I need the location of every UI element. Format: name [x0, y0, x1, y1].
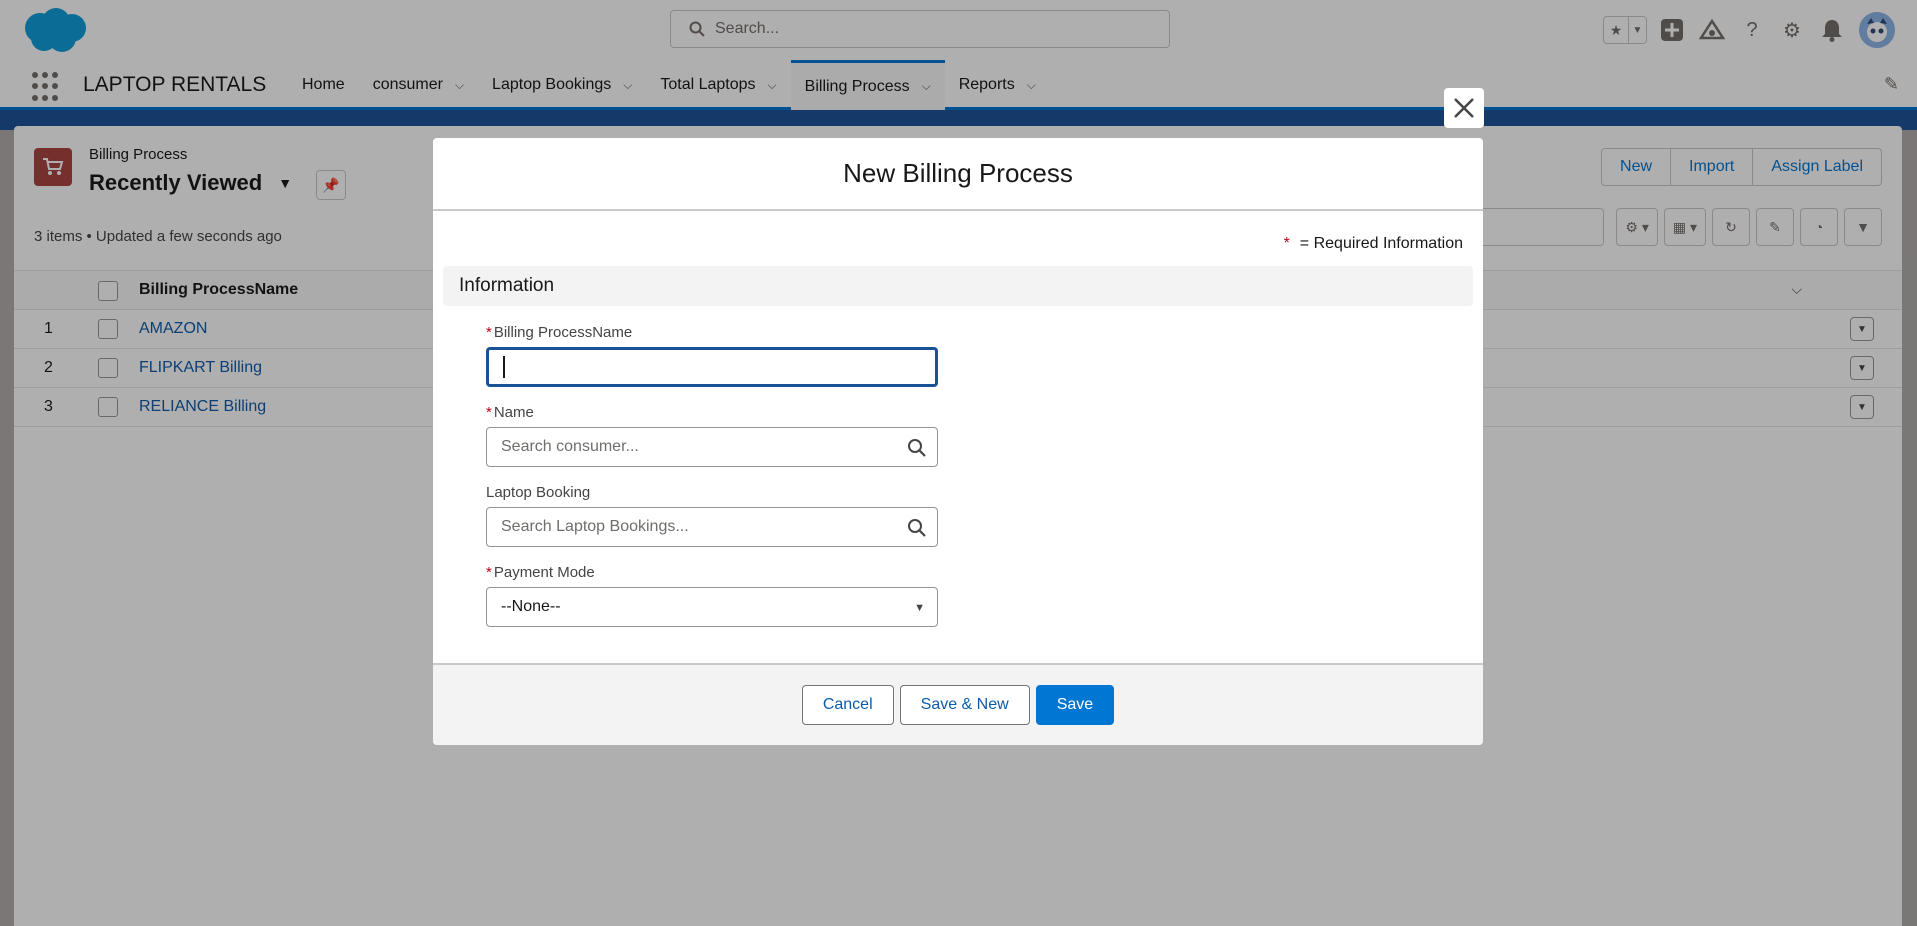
required-info-text: = Required Information [1299, 235, 1463, 252]
page: Search... ★ ▼ ? ⚙ LAPTOP RENTALS Home co… [0, 0, 1917, 926]
payment-mode-select[interactable]: --None-- ▼ [486, 587, 938, 627]
input-placeholder: Search consumer... [501, 438, 639, 455]
new-record-modal: New Billing Process * = Required Informat… [433, 138, 1483, 745]
field-label: Laptop Booking [486, 484, 591, 501]
text-cursor [503, 356, 505, 378]
modal-title: New Billing Process [843, 158, 1073, 188]
save-button[interactable]: Save [1035, 685, 1115, 725]
search-icon [908, 519, 926, 537]
input-placeholder: Search Laptop Bookings... [501, 518, 689, 535]
laptop-booking-lookup-input[interactable]: Search Laptop Bookings... [486, 507, 938, 547]
billing-processname-input[interactable] [486, 347, 938, 387]
billing-processname-field: * Billing ProcessName [486, 324, 938, 387]
close-icon[interactable] [1444, 88, 1484, 128]
select-value: --None-- [501, 598, 561, 615]
consumer-lookup-input[interactable]: Search consumer... [486, 427, 938, 467]
required-info-legend: * = Required Information [1284, 235, 1463, 253]
search-icon [908, 439, 926, 457]
required-star: * [1283, 235, 1290, 252]
caret-down-icon: ▼ [914, 602, 925, 614]
modal-footer: Cancel Save & New Save [433, 663, 1483, 745]
required-star: * [486, 324, 492, 341]
field-label: * Payment Mode [486, 564, 595, 581]
section-header-information[interactable]: Information [443, 266, 1473, 306]
required-star: * [486, 564, 492, 581]
field-label: * Billing ProcessName [486, 324, 633, 341]
modal-header: New Billing Process [433, 138, 1483, 211]
cancel-button[interactable]: Cancel [801, 685, 894, 725]
required-star: * [486, 404, 492, 421]
payment-mode-field: * Payment Mode --None-- ▼ [486, 564, 938, 627]
field-label: * Name [486, 404, 534, 421]
laptop-booking-field: Laptop Booking Search Laptop Bookings... [486, 484, 938, 547]
save-and-new-button[interactable]: Save & New [899, 685, 1030, 725]
name-field: * Name Search consumer... [486, 404, 938, 467]
